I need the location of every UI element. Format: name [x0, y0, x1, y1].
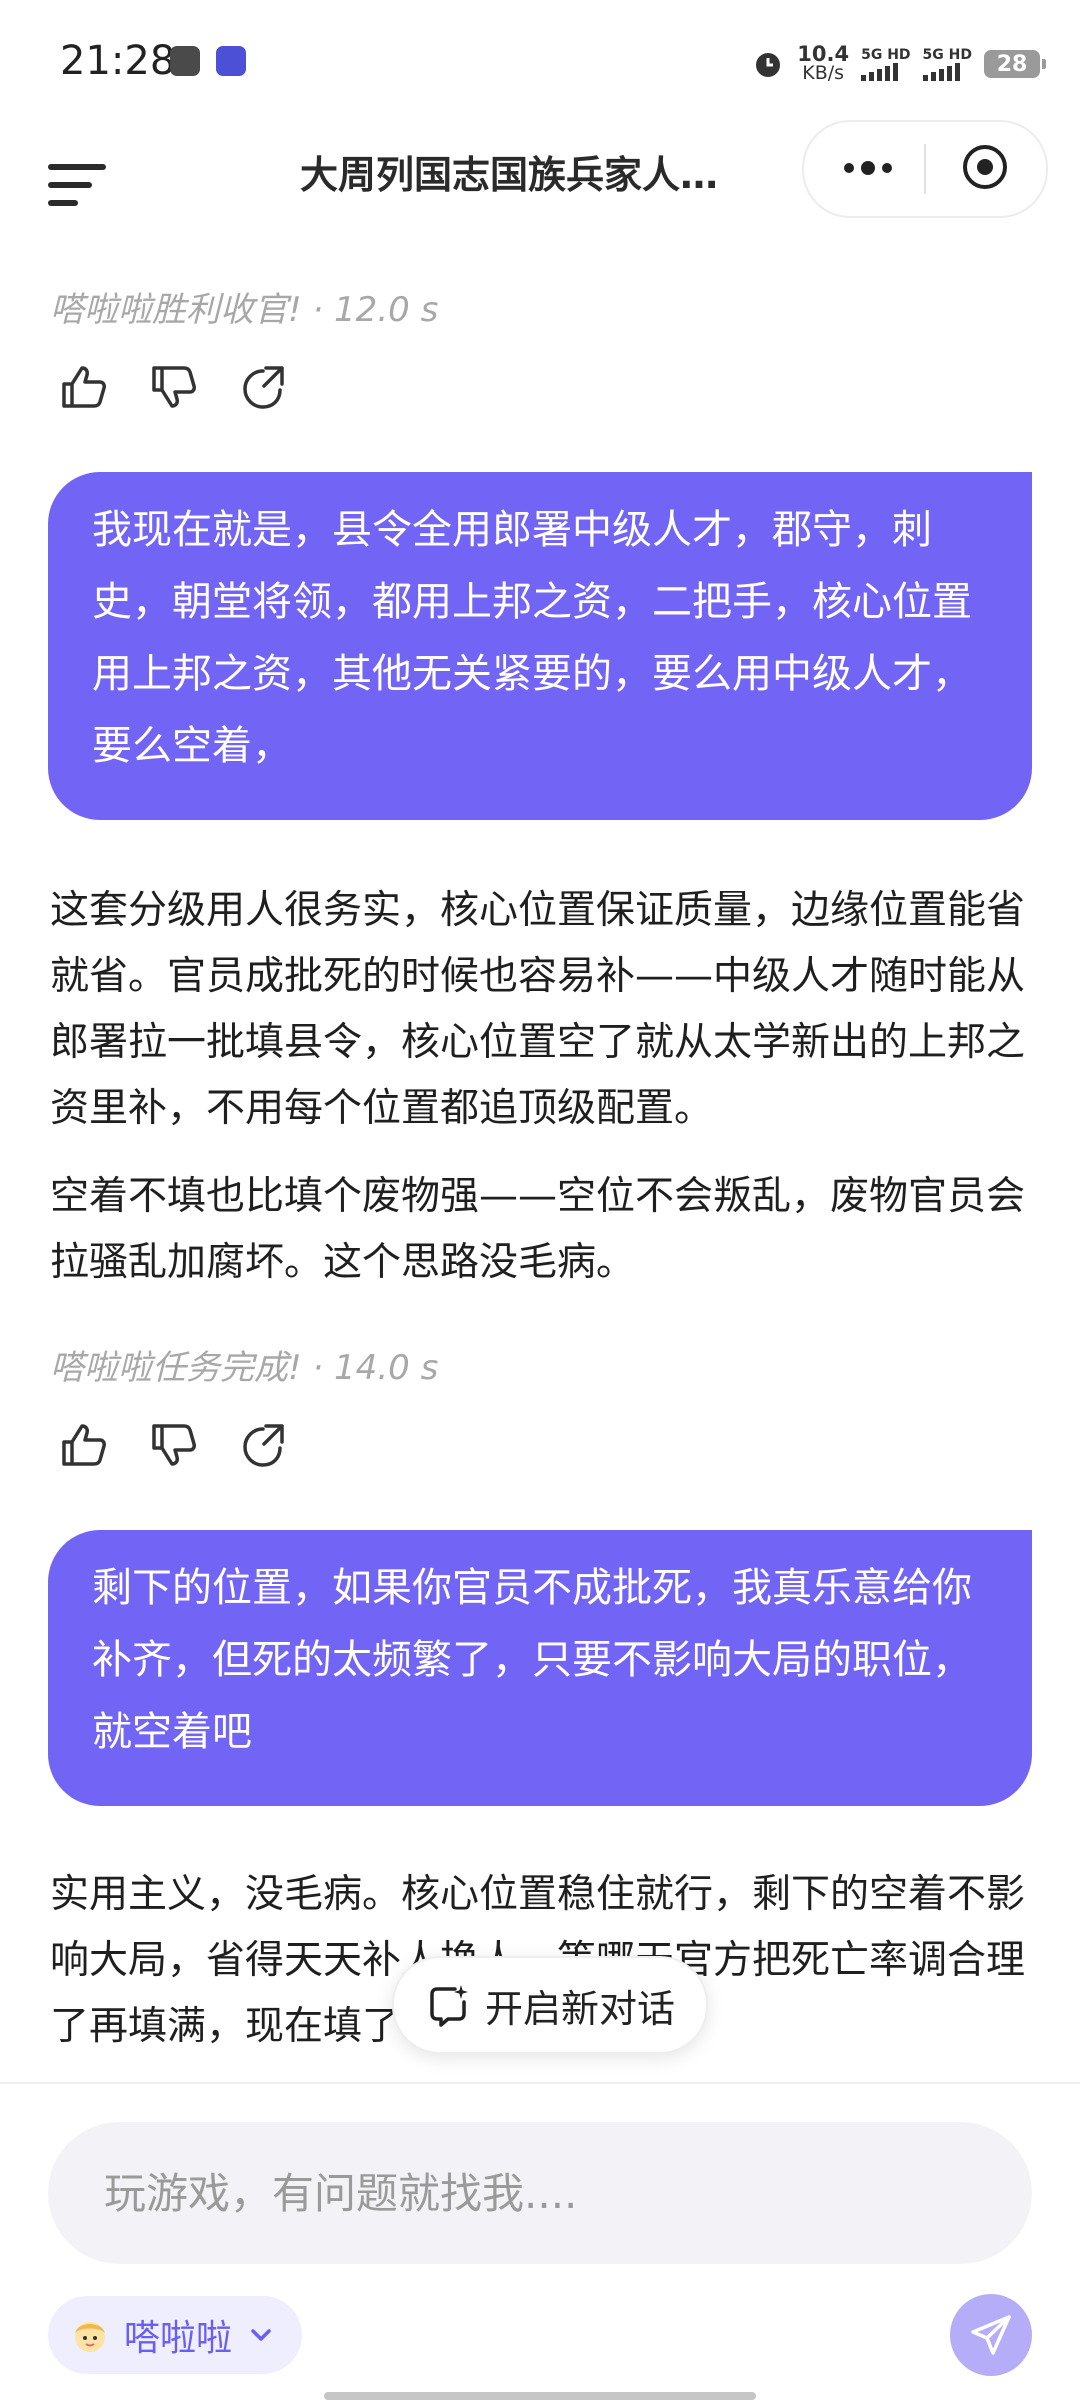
mini-program-capsule	[802, 120, 1048, 218]
app-header: 大周列国志国族兵家人…	[0, 120, 1080, 260]
message-actions	[56, 360, 290, 414]
new-chat-label: 开启新对话	[484, 1986, 675, 2031]
new-chat-icon	[430, 1985, 468, 2027]
divider	[0, 2082, 1080, 2084]
user-message-bubble: 剩下的位置，如果你官员不成批死，我真乐意给你补齐，但死的太频繁了，只要不影响大局…	[48, 1530, 1032, 1806]
persona-avatar-icon	[75, 2322, 105, 2352]
thumbs-down-icon[interactable]	[146, 360, 200, 414]
assistant-reply: 这套分级用人很务实，核心位置保证质量，边缘位置能省就省。官员成批死的时候也容易补…	[50, 878, 1040, 1296]
persona-name: 嗒啦啦	[124, 2318, 233, 2359]
home-indicator[interactable]	[324, 2392, 756, 2400]
chevron-down-icon	[251, 2329, 271, 2341]
message-meta: 嗒啦啦任务完成! · 14.0 s	[50, 1348, 439, 1388]
status-bar: 21:28 10.4 KB/s 5G HD 5G HD 28	[0, 0, 1080, 120]
share-icon[interactable]	[236, 360, 290, 414]
thumbs-down-icon[interactable]	[146, 1418, 200, 1472]
send-button[interactable]	[950, 2294, 1032, 2376]
battery-level: 28	[996, 51, 1028, 77]
signal-sim1: 5G HD	[861, 47, 911, 81]
thumbs-up-icon[interactable]	[56, 360, 110, 414]
menu-icon[interactable]	[48, 142, 108, 206]
signal-sim1-label: 5G HD	[861, 47, 911, 63]
battery-icon: 28	[984, 50, 1046, 78]
close-target-icon[interactable]	[962, 144, 1008, 190]
persona-selector[interactable]: 嗒啦啦	[48, 2296, 303, 2374]
new-chat-button[interactable]: 开启新对话	[392, 1956, 708, 2054]
reply-paragraph: 空着不填也比填个废物强——空位不会叛乱，废物官员会拉骚乱加腐坏。这个思路没毛病。	[50, 1174, 1026, 1285]
alarm-icon	[756, 53, 781, 77]
share-icon[interactable]	[236, 1418, 290, 1472]
vivo-app-icon	[170, 46, 200, 76]
thumbs-up-icon[interactable]	[56, 1418, 110, 1472]
network-speed: 10.4 KB/s	[797, 44, 849, 84]
status-indicators: 10.4 KB/s 5G HD 5G HD 28	[751, 42, 1046, 86]
signal-sim2: 5G HD	[922, 47, 972, 81]
reply-paragraph: 这套分级用人很务实，核心位置保证质量，边缘位置能省就省。官员成批死的时候也容易补…	[50, 888, 1026, 1131]
signal-sim2-label: 5G HD	[922, 47, 972, 63]
message-actions	[56, 1418, 290, 1472]
signal-bars-icon	[922, 63, 960, 81]
user-message-bubble: 我现在就是，县令全用郎署中级人才，郡守，刺史，朝堂将领，都用上邦之资，二把手，核…	[48, 472, 1032, 820]
capsule-divider	[924, 144, 926, 194]
chat-screen: 21:28 10.4 KB/s 5G HD 5G HD 28 大周列国志国族兵家…	[0, 0, 1080, 2408]
signal-bars-icon	[861, 63, 899, 81]
tieba-app-icon	[216, 46, 246, 76]
network-speed-unit: KB/s	[802, 62, 845, 84]
message-input[interactable]	[48, 2122, 1032, 2264]
page-title: 大周列国志国族兵家人…	[300, 153, 719, 197]
more-icon[interactable]	[838, 148, 898, 188]
status-time: 21:28	[60, 38, 176, 84]
send-icon	[971, 2315, 1011, 2355]
message-meta: 嗒啦啦胜利收官! · 12.0 s	[50, 290, 439, 330]
